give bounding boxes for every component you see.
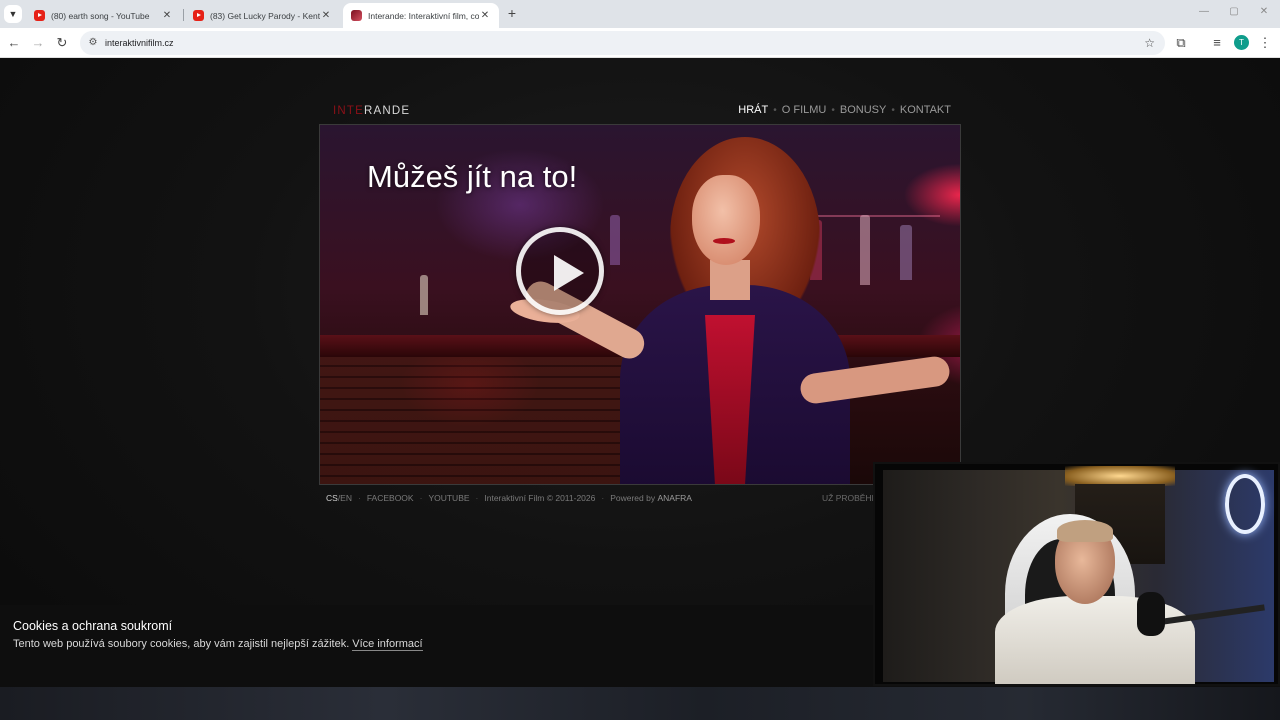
media-control-icon[interactable]: ≡ <box>1208 34 1226 52</box>
nav-separator: • <box>773 104 777 116</box>
bookmark-star-icon[interactable]: ☆ <box>1144 31 1155 55</box>
footer-facebook-link[interactable]: FACEBOOK <box>367 493 414 503</box>
tab-strip: ▼ (80) earth song - YouTube ✕ (83) Get L… <box>0 0 1280 28</box>
footer-separator: · <box>601 493 605 503</box>
webcam-microphone <box>1137 592 1165 636</box>
forward-icon[interactable]: → <box>29 34 47 52</box>
footer-copyright: Interaktivní Film © 2011-2026 <box>484 493 596 503</box>
new-tab-button[interactable]: + <box>505 5 519 21</box>
cookie-text: Tento web používá soubory cookies, aby v… <box>13 638 350 650</box>
youtube-icon <box>193 10 204 21</box>
tab-divider <box>183 9 184 21</box>
webcam-overlay <box>873 462 1280 686</box>
cookie-title: Cookies a ochrana soukromí <box>13 619 173 633</box>
footer-separator: · <box>419 493 423 503</box>
footer-powered-by: Powered by <box>610 493 656 503</box>
webcam-person-shirt <box>995 596 1195 684</box>
nav-play[interactable]: HRÁT <box>738 104 768 116</box>
bottle <box>420 275 428 315</box>
nav-contact[interactable]: KONTAKT <box>900 104 951 116</box>
close-tab-icon[interactable]: ✕ <box>320 10 332 21</box>
tab-title: (80) earth song - YouTube <box>51 10 150 21</box>
webcam-lamp <box>1065 466 1175 486</box>
profile-avatar[interactable]: T <box>1234 35 1249 50</box>
logo-white-part: RANDE <box>364 105 411 117</box>
lang-cs[interactable]: CS <box>326 493 338 503</box>
interande-favicon <box>351 10 362 21</box>
tab-interande[interactable]: Interande: Interaktivní film, co si ✕ <box>343 3 499 28</box>
hero-video[interactable]: Můžeš jít na to! <box>319 124 961 485</box>
url-text[interactable]: interaktivnifilm.cz <box>105 31 174 55</box>
bottle <box>900 225 912 280</box>
nav-separator: • <box>831 104 835 116</box>
back-icon[interactable]: ← <box>5 34 23 52</box>
play-button-icon[interactable] <box>516 227 604 315</box>
woman-neck <box>710 260 750 300</box>
logo-red-part: INTE <box>333 105 364 117</box>
nav-separator: • <box>891 104 895 116</box>
hero-headline: Můžeš jít na to! <box>367 159 578 194</box>
webcam-person-hair <box>1057 520 1113 542</box>
tab-search-button[interactable]: ▼ <box>4 5 22 23</box>
woman-face <box>692 175 760 265</box>
tab-get-lucky[interactable]: (83) Get Lucky Parody - Kentucky ✕ <box>185 3 340 28</box>
footer-separator: · <box>475 493 479 503</box>
footer-separator: · <box>357 493 361 503</box>
tab-title: (83) Get Lucky Parody - Kentucky <box>210 10 320 21</box>
menu-dots-icon[interactable]: ⋮ <box>1256 34 1274 52</box>
extensions-icon[interactable]: ⧉ <box>1172 34 1190 52</box>
nav-about-film[interactable]: O FILMU <box>782 104 827 116</box>
bottle <box>610 215 620 265</box>
footer-youtube-link[interactable]: YOUTUBE <box>428 493 469 503</box>
site-info-icon[interactable]: ⚙ <box>86 35 100 51</box>
youtube-icon <box>34 10 45 21</box>
tab-title: Interande: Interaktivní film, co si <box>368 10 479 21</box>
webcam-ring-light <box>1225 474 1265 534</box>
cookie-text-wrap: Tento web používá soubory cookies, aby v… <box>13 638 423 651</box>
tab-earth-song[interactable]: (80) earth song - YouTube ✕ <box>26 3 181 28</box>
minimize-icon[interactable]: — <box>1194 6 1214 17</box>
cookie-more-info-link[interactable]: Více informací <box>352 638 423 651</box>
address-bar[interactable]: ⚙ interaktivnifilm.cz ☆ <box>80 31 1165 55</box>
lang-en[interactable]: /EN <box>338 493 352 503</box>
close-window-icon[interactable]: ✕ <box>1254 6 1274 17</box>
page-bottom-strip <box>0 687 1280 720</box>
woman-lips <box>713 238 735 244</box>
footer-anafra-link[interactable]: ANAFRA <box>657 493 691 503</box>
nav-bonuses[interactable]: BONUSY <box>840 104 886 116</box>
reload-icon[interactable]: ↻ <box>53 34 71 52</box>
bottle <box>860 215 870 285</box>
close-tab-icon[interactable]: ✕ <box>479 10 491 21</box>
close-tab-icon[interactable]: ✕ <box>161 10 173 21</box>
main-nav: HRÁT • O FILMU • BONUSY • KONTAKT <box>738 104 951 116</box>
site-footer: CS/EN · FACEBOOK · YOUTUBE · Interaktivn… <box>326 493 692 503</box>
restore-icon[interactable]: ▢ <box>1224 6 1244 17</box>
browser-toolbar: ← → ↻ ⚙ interaktivnifilm.cz ☆ ⧉ ≡ T ⋮ <box>0 28 1280 58</box>
site-logo[interactable]: INTERANDE <box>333 105 410 117</box>
